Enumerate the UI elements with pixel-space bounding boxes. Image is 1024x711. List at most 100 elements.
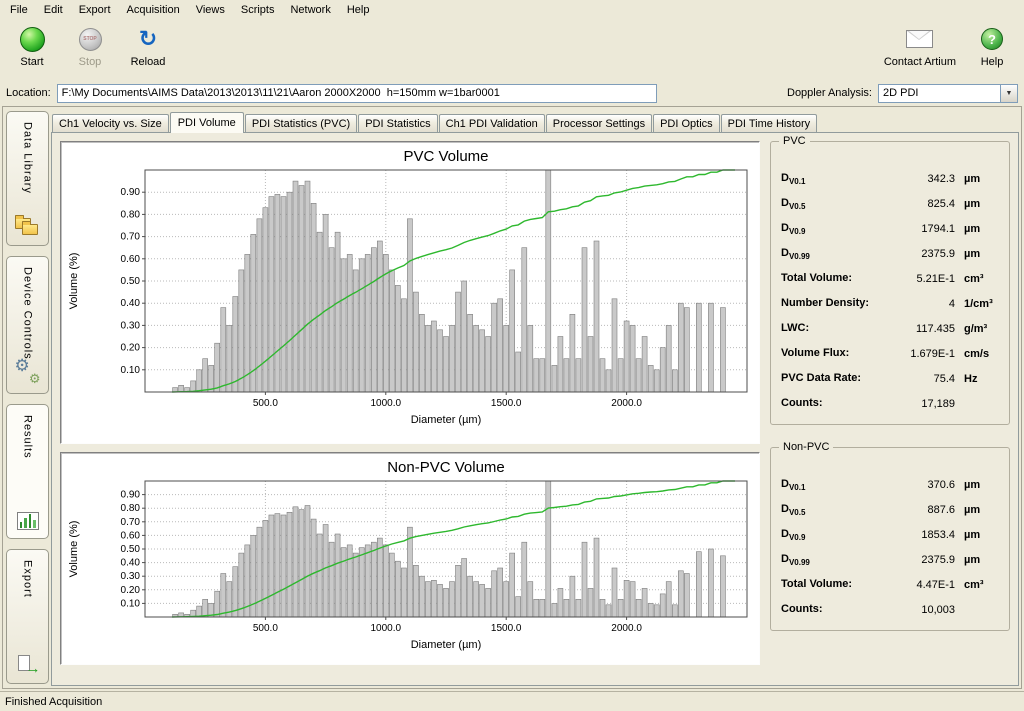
stat-row-dv01: DV0.1 370.6 µm — [781, 472, 1001, 497]
stat-label-main: D — [781, 247, 789, 259]
help-button[interactable]: ? Help — [970, 23, 1014, 68]
sidebar-item-results[interactable]: Results — [6, 404, 49, 539]
tab-ch1-pdi-validation[interactable]: Ch1 PDI Validation — [439, 114, 545, 132]
svg-text:0.70: 0.70 — [121, 517, 141, 528]
reload-button[interactable]: ↻ Reload — [126, 23, 170, 68]
statusbar: Finished Acquisition — [0, 691, 1024, 711]
menu-item-scripts[interactable]: Scripts — [233, 1, 283, 19]
tab-pdi-optics[interactable]: PDI Optics — [653, 114, 720, 132]
sidebar-item-device-controls[interactable]: Device Controls ⚙⚙ — [6, 256, 49, 395]
start-button[interactable]: Start — [10, 23, 54, 68]
menubar: File Edit Export Acquisition Views Scrip… — [0, 0, 1024, 20]
tabstrip: Ch1 Velocity vs. Size PDI Volume PDI Sta… — [51, 109, 1019, 132]
stat-value: 887.6 — [891, 504, 955, 516]
svg-text:0.40: 0.40 — [121, 298, 141, 309]
svg-text:0.30: 0.30 — [121, 320, 141, 331]
tab-ch1-velocity-vs-size[interactable]: Ch1 Velocity vs. Size — [52, 114, 169, 132]
stat-unit: µm — [955, 248, 1001, 260]
stat-unit: µm — [955, 223, 1001, 235]
menu-item-file[interactable]: File — [2, 1, 36, 19]
svg-text:0.10: 0.10 — [121, 365, 141, 376]
stop-button[interactable]: STOP Stop — [68, 23, 112, 68]
svg-text:0.20: 0.20 — [121, 343, 141, 354]
svg-text:PVC Volume: PVC Volume — [403, 148, 488, 165]
sidebar-item-label: Export — [22, 560, 34, 598]
tab-pdi-statistics-pvc[interactable]: PDI Statistics (PVC) — [245, 114, 357, 132]
svg-text:0.90: 0.90 — [121, 187, 141, 198]
stat-label: LWC: — [781, 322, 891, 336]
svg-text:2000.0: 2000.0 — [611, 623, 642, 634]
stat-label-main: LWC: — [781, 322, 809, 334]
main-area: Data Library Device Controls ⚙⚙ Results … — [2, 106, 1022, 689]
stat-row-dv05: DV0.5 887.6 µm — [781, 497, 1001, 522]
sidebar-item-label: Data Library — [22, 122, 34, 194]
menu-item-network[interactable]: Network — [282, 1, 338, 19]
export-arrow-icon: → — [16, 655, 40, 675]
reload-icon: ↻ — [139, 28, 157, 50]
chevron-down-icon[interactable]: ▼ — [1000, 85, 1017, 102]
svg-text:0.60: 0.60 — [121, 530, 141, 541]
stat-label-main: Total Volume: — [781, 578, 852, 590]
pvc-volume-chart-frame: 0.100.200.300.400.500.600.700.800.90500.… — [60, 141, 760, 444]
toolbar: Start STOP Stop ↻ Reload Contact Artium … — [0, 20, 1024, 80]
svg-text:0.80: 0.80 — [121, 503, 141, 514]
help-icon-area: ? — [981, 23, 1003, 55]
non-pvc-volume-chart: 0.100.200.300.400.500.600.700.800.90500.… — [63, 455, 755, 659]
sidebar-item-export[interactable]: Export → — [6, 549, 49, 684]
menu-item-acquisition[interactable]: Acquisition — [119, 1, 188, 19]
stat-unit: µm — [955, 198, 1001, 210]
stat-row-dv099: DV0.99 2375.9 µm — [781, 241, 1001, 266]
stat-value: 5.21E-1 — [891, 273, 955, 285]
pvc-volume-chart: 0.100.200.300.400.500.600.700.800.90500.… — [63, 144, 755, 438]
sidebar-item-data-library[interactable]: Data Library — [6, 111, 49, 246]
stat-label-sub: V0.99 — [789, 558, 810, 567]
menu-item-views[interactable]: Views — [188, 1, 233, 19]
location-row: Location: Doppler Analysis: 2D PDI ▼ — [0, 80, 1024, 106]
stat-label: PVC Data Rate: — [781, 372, 891, 386]
status-text: Finished Acquisition — [5, 696, 102, 708]
doppler-analysis-select[interactable]: 2D PDI ▼ — [878, 84, 1018, 103]
stat-value: 117.435 — [891, 323, 955, 335]
folders-icon — [15, 216, 41, 237]
pvc-group-label: PVC — [779, 135, 810, 147]
stat-row-counts: Counts: 10,003 — [781, 597, 1001, 622]
help-icon: ? — [981, 28, 1003, 50]
contact-artium-button[interactable]: Contact Artium — [884, 23, 956, 68]
stat-value: 2375.9 — [891, 248, 955, 260]
stat-label-main: Number Density: — [781, 297, 869, 309]
doppler-analysis-label: Doppler Analysis: — [787, 87, 872, 99]
svg-text:Diameter (µm): Diameter (µm) — [411, 414, 482, 426]
svg-text:0.10: 0.10 — [121, 598, 141, 609]
stat-label: DV0.5 — [781, 197, 891, 211]
svg-text:Non-PVC Volume: Non-PVC Volume — [387, 459, 505, 476]
stat-row-dv09: DV0.9 1853.4 µm — [781, 522, 1001, 547]
svg-text:Volume (%): Volume (%) — [68, 521, 80, 578]
non-pvc-volume-chart-frame: 0.100.200.300.400.500.600.700.800.90500.… — [60, 452, 760, 665]
tab-pdi-time-history[interactable]: PDI Time History — [721, 114, 818, 132]
stat-row-dv099: DV0.99 2375.9 µm — [781, 547, 1001, 572]
tab-pdi-statistics[interactable]: PDI Statistics — [358, 114, 437, 132]
stat-label: Total Volume: — [781, 578, 891, 592]
menu-item-export[interactable]: Export — [71, 1, 119, 19]
svg-text:1500.0: 1500.0 — [491, 623, 522, 634]
location-input[interactable] — [57, 84, 657, 103]
stat-row-lwc: LWC: 117.435 g/m³ — [781, 316, 1001, 341]
stat-value: 75.4 — [891, 373, 955, 385]
stat-label-main: Total Volume: — [781, 272, 852, 284]
stat-label-main: D — [781, 503, 789, 515]
menu-item-edit[interactable]: Edit — [36, 1, 71, 19]
stat-label: Volume Flux: — [781, 347, 891, 361]
tab-pdi-volume[interactable]: PDI Volume — [170, 112, 244, 133]
menu-item-help[interactable]: Help — [339, 1, 378, 19]
location-label: Location: — [6, 87, 51, 99]
stat-label: Total Volume: — [781, 272, 891, 286]
envelope-icon-area — [906, 23, 933, 55]
svg-text:0.50: 0.50 — [121, 544, 141, 555]
stat-row-total-volume: Total Volume: 5.21E-1 cm³ — [781, 266, 1001, 291]
stat-value: 825.4 — [891, 198, 955, 210]
svg-text:0.40: 0.40 — [121, 558, 141, 569]
stat-row-volume-flux: Volume Flux: 1.679E-1 cm/s — [781, 341, 1001, 366]
stat-label-main: PVC Data Rate: — [781, 372, 861, 384]
svg-text:0.30: 0.30 — [121, 571, 141, 582]
tab-processor-settings[interactable]: Processor Settings — [546, 114, 652, 132]
